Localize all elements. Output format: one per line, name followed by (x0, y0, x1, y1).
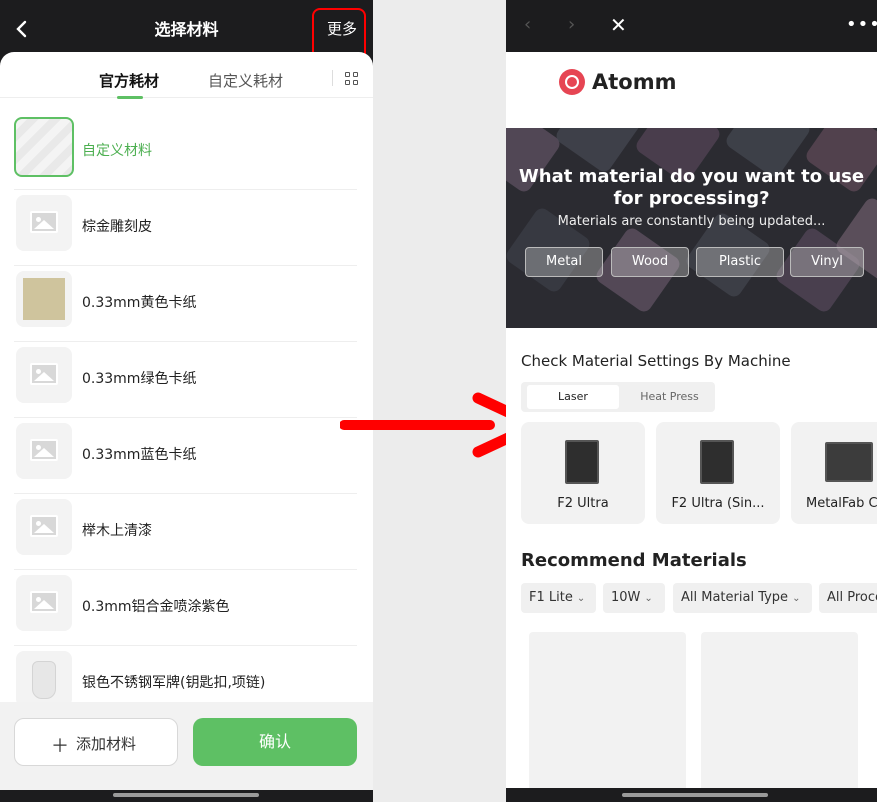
machine-card[interactable]: F2 Ultra (Sin... (656, 422, 780, 524)
machine-card[interactable]: MetalFab C (791, 422, 877, 524)
plus-icon: ＋ (51, 736, 69, 757)
filter-dropdown[interactable]: All Material Type ⌄ (673, 583, 812, 613)
material-name: 自定义材料 (82, 143, 152, 159)
list-item[interactable]: 0.33mm绿色卡纸 (14, 342, 357, 418)
material-name: 0.3mm铝合金喷涂紫色 (82, 599, 230, 615)
tab-indicator (117, 96, 143, 99)
chip-plastic[interactable]: Plastic (696, 247, 784, 277)
close-icon[interactable]: ✕ (610, 13, 627, 37)
segment-heat-press[interactable]: Heat Press (627, 385, 712, 409)
confirm-button[interactable]: 确认 (193, 718, 357, 766)
machine-card[interactable]: F2 Ultra (521, 422, 645, 524)
filter-dropdown[interactable]: F1 Lite ⌄ (521, 583, 596, 613)
forward-nav-icon[interactable]: › (568, 14, 575, 35)
filter-label: All Proce (827, 590, 877, 605)
image-placeholder-icon (16, 195, 72, 251)
more-menu-icon[interactable]: ••• (846, 14, 877, 35)
hero-banner: What material do you want to use for pro… (506, 128, 877, 328)
material-card[interactable] (529, 632, 686, 792)
material-name: 银色不锈钢军牌(钥匙扣,项链) (82, 675, 266, 691)
atomm-logo-icon (559, 69, 585, 95)
screenshot-stage: 选择材料 更多 官方耗材 自定义耗材 自定义材料 棕金雕刻皮 0.33mm黄色卡… (0, 0, 877, 802)
material-name: 0.33mm黄色卡纸 (82, 295, 197, 311)
list-item[interactable]: 0.33mm黄色卡纸 (14, 266, 357, 342)
material-name: 0.33mm绿色卡纸 (82, 371, 197, 387)
atomm-web-screen: ‹ › ✕ ••• Atomm What material do you wan… (506, 0, 877, 802)
add-material-label: 添加材料 (76, 735, 137, 753)
chevron-down-icon: ⌄ (792, 593, 801, 604)
machine-name: MetalFab C (806, 496, 877, 511)
divider (332, 70, 333, 86)
image-placeholder-icon (16, 575, 72, 631)
filter-label: All Material Type (681, 590, 789, 605)
material-name: 0.33mm蓝色卡纸 (82, 447, 197, 463)
recommend-title: Recommend Materials (521, 550, 747, 571)
image-placeholder-icon (16, 347, 72, 403)
list-item[interactable]: 0.33mm蓝色卡纸 (14, 418, 357, 494)
machine-image (565, 440, 599, 484)
chevron-down-icon: ⌄ (576, 593, 586, 604)
material-thumbnail (14, 117, 74, 177)
chevron-down-icon: ⌄ (644, 593, 653, 604)
tab-official[interactable]: 官方耗材 (99, 70, 159, 91)
material-thumbnail (16, 271, 72, 327)
filter-label: F1 Lite (529, 590, 573, 605)
machine-name: F2 Ultra (557, 496, 609, 511)
machine-image (700, 440, 734, 484)
segment-laser[interactable]: Laser (527, 385, 619, 409)
material-name: 榉木上清漆 (82, 523, 152, 539)
machine-name: F2 Ultra (Sin... (671, 496, 765, 511)
material-card[interactable] (701, 632, 858, 792)
material-sheet: 官方耗材 自定义耗材 自定义材料 棕金雕刻皮 0.33mm黄色卡纸 0.33mm… (0, 52, 373, 788)
home-indicator (622, 793, 768, 797)
browser-toolbar: ‹ › ✕ ••• (506, 0, 877, 52)
tab-custom[interactable]: 自定义耗材 (208, 70, 283, 91)
chip-metal[interactable]: Metal (525, 247, 603, 277)
image-placeholder-icon (16, 499, 72, 555)
list-item[interactable]: 0.3mm铝合金喷涂紫色 (14, 570, 357, 646)
material-name: 棕金雕刻皮 (82, 219, 152, 235)
list-item[interactable]: 榉木上清漆 (14, 494, 357, 570)
home-indicator (113, 793, 259, 797)
brand-name: Atomm (592, 70, 677, 94)
add-material-button[interactable]: ＋ 添加材料 (14, 718, 178, 766)
machine-image (825, 442, 873, 482)
back-nav-icon[interactable]: ‹ (524, 14, 531, 35)
material-thumbnail (16, 651, 72, 707)
tab-bar: 官方耗材 自定义耗材 (0, 52, 373, 99)
machine-section-title: Check Material Settings By Machine (521, 352, 791, 370)
machine-type-segmented: Laser Heat Press (521, 382, 715, 412)
bottom-actions: ＋ 添加材料 确认 (0, 702, 373, 790)
chip-vinyl[interactable]: Vinyl (790, 247, 864, 277)
list-item[interactable]: 棕金雕刻皮 (14, 190, 357, 266)
top-bar: 选择材料 更多 (0, 0, 373, 64)
filter-label: 10W (611, 590, 641, 605)
filter-dropdown[interactable]: 10W ⌄ (603, 583, 665, 613)
grid-icon[interactable] (345, 72, 359, 86)
hero-subtitle: Materials are constantly being updated..… (557, 214, 826, 229)
chip-wood[interactable]: Wood (611, 247, 689, 277)
list-item[interactable]: 自定义材料 (14, 114, 357, 190)
hero-title: What material do you want to use for pro… (518, 166, 865, 209)
image-placeholder-icon (16, 423, 72, 479)
filter-dropdown[interactable]: All Proce (819, 583, 877, 613)
material-picker-screen: 选择材料 更多 官方耗材 自定义耗材 自定义材料 棕金雕刻皮 0.33mm黄色卡… (0, 0, 373, 802)
